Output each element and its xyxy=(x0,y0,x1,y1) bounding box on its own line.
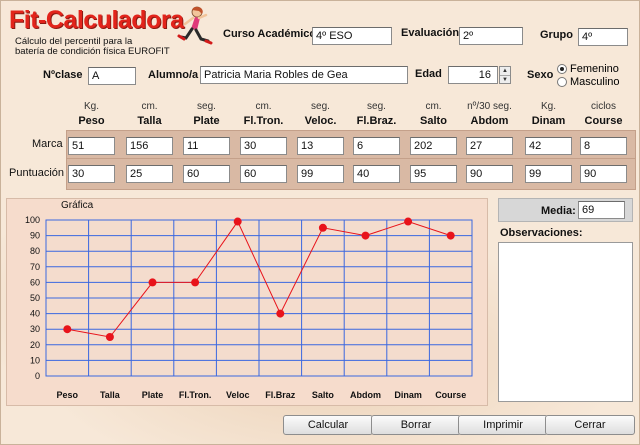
y-tick-label: 100 xyxy=(25,215,40,225)
x-tick-label: Fl.Tron. xyxy=(179,390,212,400)
data-point xyxy=(63,325,72,334)
observaciones-textarea[interactable] xyxy=(498,242,633,402)
y-tick-label: 70 xyxy=(30,262,40,272)
x-tick-label: Fl.Braz xyxy=(265,390,296,400)
y-tick-label: 60 xyxy=(30,277,40,287)
x-tick-label: Dinam xyxy=(394,390,422,400)
data-point xyxy=(148,278,157,287)
borrar-button[interactable]: Borrar xyxy=(371,415,461,435)
data-point xyxy=(404,217,413,226)
data-point xyxy=(191,278,200,287)
observaciones-label: Observaciones: xyxy=(500,227,583,239)
data-point xyxy=(446,231,455,240)
y-tick-label: 0 xyxy=(35,371,40,381)
x-tick-label: Veloc xyxy=(226,390,250,400)
y-tick-label: 80 xyxy=(30,246,40,256)
data-point xyxy=(233,217,242,226)
cerrar-button[interactable]: Cerrar xyxy=(545,415,635,435)
data-point xyxy=(276,309,285,318)
y-tick-label: 90 xyxy=(30,231,40,241)
y-tick-label: 50 xyxy=(30,293,40,303)
y-tick-label: 30 xyxy=(30,324,40,334)
media-label: Media: xyxy=(541,205,576,217)
y-tick-label: 10 xyxy=(30,355,40,365)
data-point xyxy=(361,231,370,240)
imprimir-button[interactable]: Imprimir xyxy=(458,415,548,435)
y-tick-label: 40 xyxy=(30,309,40,319)
data-point xyxy=(105,333,114,341)
y-tick-label: 20 xyxy=(30,340,40,350)
media-field[interactable]: 69 xyxy=(578,201,625,219)
x-tick-label: Course xyxy=(435,390,466,400)
x-tick-label: Abdom xyxy=(350,390,381,400)
x-tick-label: Plate xyxy=(142,390,164,400)
calcular-button[interactable]: Calcular xyxy=(283,415,373,435)
x-tick-label: Talla xyxy=(100,390,121,400)
x-tick-label: Salto xyxy=(312,390,335,400)
app-window: Fit-Calculadora Cálculo del percentil pa… xyxy=(0,0,640,445)
data-point xyxy=(318,223,327,232)
x-tick-label: Peso xyxy=(57,390,79,400)
